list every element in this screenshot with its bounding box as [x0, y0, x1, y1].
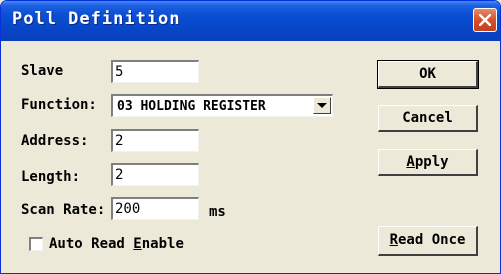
cancel-button-label: Cancel [402, 110, 453, 126]
auto-read-enable-label[interactable]: Auto Read Enable [49, 236, 184, 252]
close-button[interactable] [473, 8, 497, 32]
cancel-button[interactable]: Cancel [378, 105, 478, 132]
slave-value: 5 [115, 64, 124, 80]
poll-definition-dialog: Poll Definition Slave 5 Function: 03 HOL… [0, 0, 501, 274]
address-label: Address: [21, 133, 89, 149]
window-title: Poll Definition [12, 9, 181, 29]
length-input[interactable]: 2 [111, 163, 199, 186]
function-label: Function: [21, 97, 97, 113]
scan-rate-unit: ms [209, 204, 226, 220]
address-input[interactable]: 2 [111, 129, 199, 152]
chevron-down-icon [317, 103, 327, 108]
slave-input[interactable]: 5 [111, 60, 199, 83]
scan-rate-label: Scan Rate: [21, 202, 106, 218]
scan-rate-value: 200 [115, 201, 141, 217]
title-bar[interactable]: Poll Definition [1, 1, 500, 41]
auto-read-label-pre: Auto Read [49, 236, 134, 252]
scan-rate-input[interactable]: 200 [111, 197, 199, 220]
apply-rest: pply [414, 154, 449, 170]
function-value: 03 HOLDING REGISTER [117, 99, 266, 114]
address-value: 2 [115, 133, 124, 149]
function-select[interactable]: 03 HOLDING REGISTER [111, 94, 333, 117]
length-label: Length: [21, 169, 81, 185]
ok-button[interactable]: OK [377, 60, 479, 89]
function-dropdown-button[interactable] [313, 97, 331, 114]
apply-button-label: Apply [406, 150, 448, 174]
length-value: 2 [115, 167, 124, 183]
auto-read-enable-checkbox[interactable] [29, 237, 43, 251]
read-once-button[interactable]: Read Once [378, 226, 478, 256]
ok-button-label: OK [419, 66, 436, 82]
slave-label: Slave [21, 63, 64, 79]
read-once-key: R [389, 232, 398, 248]
read-once-button-label: Read Once [390, 227, 466, 254]
apply-key: A [406, 154, 415, 170]
auto-read-label-post: nable [141, 236, 184, 252]
auto-read-label-key: E [133, 236, 142, 252]
read-once-rest: ead Once [398, 232, 466, 248]
apply-button[interactable]: Apply [378, 149, 478, 176]
close-icon [479, 14, 491, 26]
